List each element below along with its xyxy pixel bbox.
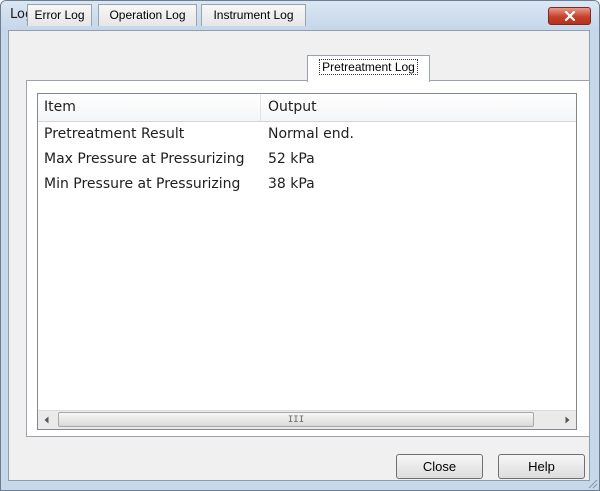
table-row[interactable]: Min Pressure at Pressurizing 38 kPa	[38, 172, 576, 196]
close-button[interactable]: Close	[396, 454, 483, 479]
scroll-grip: III	[287, 415, 305, 425]
button-label: Help	[528, 459, 555, 474]
horizontal-scrollbar[interactable]: III	[38, 410, 576, 429]
arrow-left-icon	[44, 416, 49, 424]
arrow-right-icon	[565, 416, 570, 424]
column-header-item[interactable]: Item	[38, 94, 261, 121]
list-header: Item Output	[38, 94, 576, 122]
scroll-right-button[interactable]	[558, 411, 576, 429]
scroll-thumb[interactable]: III	[58, 412, 534, 427]
tab-error-log[interactable]: Error Log	[27, 4, 92, 26]
tab-instrument-log[interactable]: Instrument Log	[201, 4, 306, 26]
cell-output: 52 kPa	[268, 151, 315, 167]
column-header-output[interactable]: Output	[262, 94, 576, 121]
cell-item: Min Pressure at Pressurizing	[44, 176, 241, 192]
close-icon	[564, 11, 576, 21]
column-label: Output	[268, 99, 317, 115]
tab-label: Operation Log	[109, 8, 186, 22]
tab-label: Instrument Log	[213, 8, 294, 22]
window-close-button[interactable]	[548, 7, 591, 25]
tab-label: Error Log	[34, 8, 85, 22]
tab-pretreatment-log[interactable]: Pretreatment Log	[307, 55, 430, 82]
cell-output: Normal end.	[268, 126, 354, 142]
scroll-left-button[interactable]	[38, 411, 56, 429]
resize-grip-icon[interactable]	[586, 477, 598, 489]
help-button[interactable]: Help	[498, 454, 585, 479]
cell-output: 38 kPa	[268, 176, 315, 192]
column-label: Item	[44, 99, 76, 115]
table-row[interactable]: Max Pressure at Pressurizing 52 kPa	[38, 147, 576, 171]
tab-operation-log[interactable]: Operation Log	[98, 4, 197, 26]
tab-label: Pretreatment Log	[319, 59, 418, 75]
cell-item: Pretreatment Result	[44, 126, 185, 142]
button-label: Close	[422, 459, 457, 474]
table-row[interactable]: Pretreatment Result Normal end.	[38, 122, 576, 146]
cell-item: Max Pressure at Pressurizing	[44, 151, 245, 167]
log-list-view[interactable]: Item Output Pretreatment Result Normal e…	[37, 93, 577, 430]
